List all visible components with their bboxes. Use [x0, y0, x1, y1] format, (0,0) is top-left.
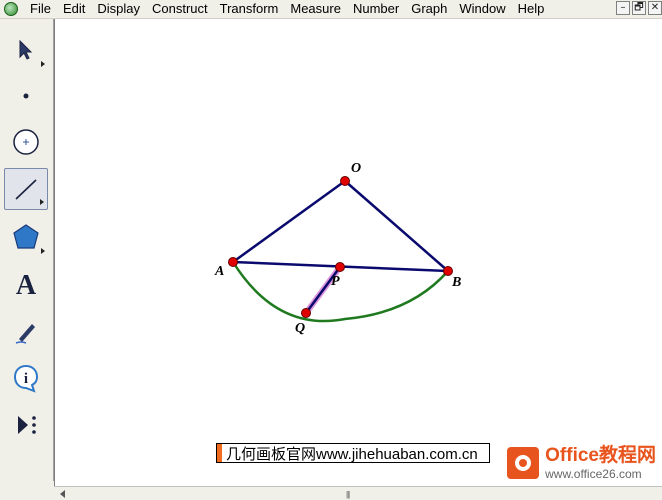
menu-transform[interactable]: Transform [214, 0, 285, 18]
restore-button[interactable]: 🗗 [632, 1, 646, 15]
pen-icon [15, 324, 35, 344]
text-tool[interactable]: A [4, 265, 48, 307]
window-controls: – 🗗 ✕ [616, 1, 662, 15]
submenu-indicator-icon [41, 248, 45, 254]
scroll-grip-icon[interactable]: ||| [346, 490, 350, 499]
marker-tool[interactable] [4, 311, 48, 353]
menu-measure[interactable]: Measure [284, 0, 347, 18]
segment-ob[interactable] [344, 180, 449, 272]
menu-construct[interactable]: Construct [146, 0, 214, 18]
horizontal-scrollbar[interactable]: ||| [54, 486, 662, 500]
circle-icon [13, 129, 39, 155]
menu-window[interactable]: Window [453, 0, 511, 18]
arrow-icon [19, 39, 33, 60]
information-tool[interactable]: i [4, 357, 48, 399]
text-icon: A [15, 270, 37, 301]
caption-accent [217, 444, 222, 462]
status-corner [0, 481, 54, 500]
polygon-tool[interactable] [4, 216, 48, 258]
label-p[interactable]: P [331, 274, 340, 289]
office-logo-icon [507, 447, 540, 479]
label-b[interactable]: B [451, 275, 461, 290]
play-icon [18, 416, 36, 434]
menu-edit[interactable]: Edit [57, 0, 91, 18]
info-glyph: i [24, 371, 28, 387]
geometry-figure: O A B P Q [214, 161, 461, 336]
logo-title: Office教程网 [545, 445, 656, 466]
point-p[interactable] [335, 262, 345, 272]
label-a[interactable]: A [214, 264, 224, 279]
sketch-canvas[interactable]: O A B P Q 几何画板官网www.jihehuaban.com.cn Of… [54, 19, 662, 486]
polygon-icon [13, 224, 39, 249]
menu-graph[interactable]: Graph [405, 0, 453, 18]
point-tool[interactable] [4, 75, 48, 117]
minimize-button[interactable]: – [616, 1, 630, 15]
menu-display[interactable]: Display [91, 0, 146, 18]
caption-text: 几何画板官网www.jihehuaban.com.cn [226, 445, 478, 463]
point-o[interactable] [340, 176, 350, 186]
menu-file[interactable]: File [24, 0, 57, 18]
site-logo: Office教程网 www.office26.com [507, 446, 656, 480]
custom-tool[interactable] [4, 404, 48, 446]
point-icon [23, 93, 29, 99]
arrow-tool[interactable] [4, 29, 48, 71]
compass-tool[interactable] [4, 121, 48, 163]
submenu-indicator-icon [40, 199, 44, 205]
logo-url: www.office26.com [545, 467, 642, 481]
app-icon[interactable] [4, 2, 18, 16]
info-icon: i [13, 364, 39, 393]
segment-icon [15, 179, 37, 200]
menu-help[interactable]: Help [512, 0, 551, 18]
label-q[interactable]: Q [295, 321, 305, 336]
watermark-caption: 几何画板官网www.jihehuaban.com.cn [216, 443, 490, 463]
menu-bar: File Edit Display Construct Transform Me… [0, 0, 662, 19]
menu-number[interactable]: Number [347, 0, 405, 18]
close-button[interactable]: ✕ [648, 1, 662, 15]
point-a[interactable] [228, 257, 238, 267]
point-q[interactable] [301, 308, 311, 318]
scroll-left-icon[interactable] [60, 490, 65, 498]
segment-oa[interactable] [232, 179, 346, 264]
submenu-indicator-icon [41, 61, 45, 67]
label-o[interactable]: O [351, 161, 361, 176]
straightedge-tool[interactable] [4, 168, 48, 210]
toolbox: A i [0, 19, 54, 481]
